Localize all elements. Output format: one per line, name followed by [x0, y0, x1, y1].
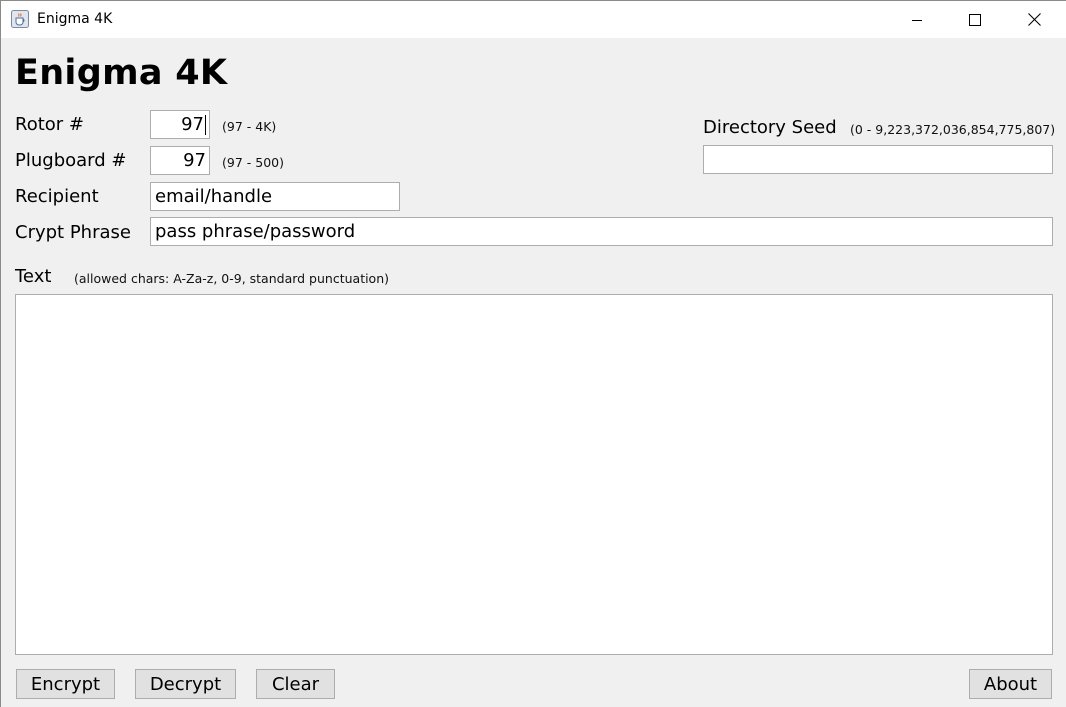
recipient-input[interactable]: email/handle	[150, 182, 400, 211]
about-button[interactable]: About	[969, 669, 1052, 699]
app-heading: Enigma 4K	[15, 53, 228, 93]
window-title: Enigma 4K	[37, 11, 113, 27]
rotor-range-hint: (97 - 4K)	[222, 119, 277, 134]
crypt-phrase-input[interactable]: pass phrase/password	[150, 217, 1053, 246]
crypt-phrase-value: pass phrase/password	[155, 221, 356, 242]
rotor-input[interactable]: 97	[150, 110, 210, 139]
plugboard-input[interactable]: 97	[150, 146, 210, 175]
close-button[interactable]	[1011, 1, 1057, 38]
decrypt-button[interactable]: Decrypt	[135, 669, 236, 699]
crypt-phrase-label: Crypt Phrase	[15, 222, 131, 243]
recipient-label: Recipient	[15, 186, 99, 207]
directory-seed-label: Directory Seed	[703, 117, 837, 138]
rotor-value: 97	[181, 114, 204, 135]
directory-seed-range-hint: (0 - 9,223,372,036,854,775,807)	[850, 122, 1056, 137]
text-label: Text	[15, 266, 52, 287]
java-cup-icon	[11, 10, 29, 28]
title-bar[interactable]: Enigma 4K	[1, 1, 1066, 38]
close-icon	[1027, 13, 1041, 26]
clear-button[interactable]: Clear	[256, 669, 335, 699]
recipient-value: email/handle	[155, 186, 273, 207]
minimize-button[interactable]	[894, 1, 940, 38]
text-caret	[205, 114, 206, 135]
maximize-button[interactable]	[952, 1, 998, 38]
plugboard-value: 97	[183, 150, 206, 171]
minimize-icon	[911, 14, 923, 26]
plugboard-range-hint: (97 - 500)	[222, 155, 284, 170]
plugboard-label: Plugboard #	[15, 150, 127, 171]
rotor-label: Rotor #	[15, 114, 84, 135]
text-area[interactable]	[15, 294, 1053, 655]
maximize-icon	[969, 13, 981, 26]
app-window: Enigma 4K Enigma 4K Rotor # 97 (97 - 4K)…	[0, 0, 1066, 707]
directory-seed-input[interactable]	[703, 145, 1053, 174]
text-allowed-chars-hint: (allowed chars: A-Za-z, 0-9, standard pu…	[74, 271, 390, 286]
encrypt-button[interactable]: Encrypt	[16, 669, 115, 699]
